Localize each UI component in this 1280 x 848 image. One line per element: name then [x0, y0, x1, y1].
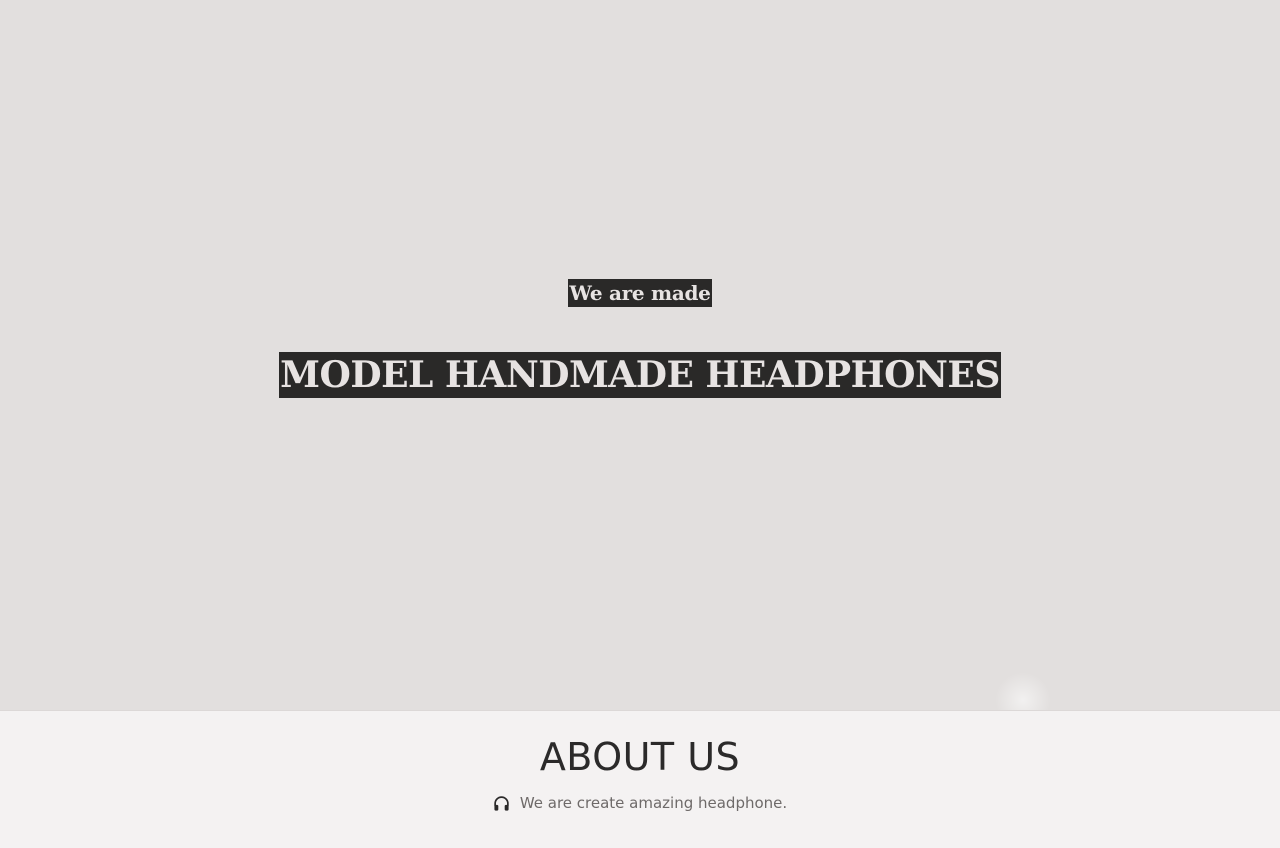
hero-title: MODEL HANDMADE HEADPHONES — [279, 352, 1001, 398]
headphones-icon — [493, 795, 510, 812]
hero-title-wrapper: MODEL HANDMADE HEADPHONES — [0, 352, 1280, 398]
about-tagline-row: We are create amazing headphone. — [493, 793, 787, 813]
hero-content: We are made MODEL HANDMADE HEADPHONES — [0, 279, 1280, 398]
hero-section: We are made MODEL HANDMADE HEADPHONES — [0, 0, 1280, 710]
hero-kicker: We are made — [568, 279, 712, 307]
about-tagline: We are create amazing headphone. — [519, 794, 788, 812]
about-title: ABOUT US — [539, 735, 741, 779]
hero-decorative-glow — [995, 672, 1051, 710]
about-section: ABOUT US We are create amazing headphone… — [0, 710, 1280, 848]
